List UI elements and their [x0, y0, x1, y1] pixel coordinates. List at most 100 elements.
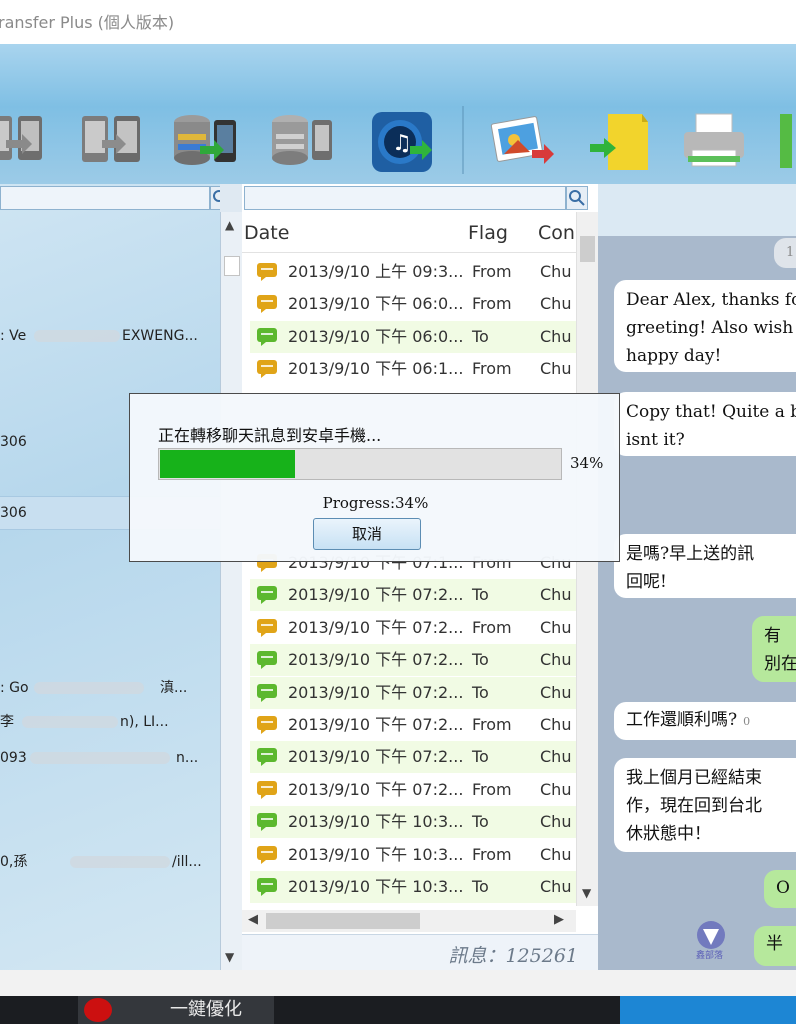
message-list-hscrollbar[interactable]: ◀ ▶ — [242, 910, 576, 932]
message-row[interactable]: 2013/9/10 下午 07:2... To Chu — [250, 676, 576, 709]
message-row[interactable]: 2013/9/10 下午 07:2... To Chu — [250, 579, 576, 612]
message-contact: Chu — [540, 326, 572, 346]
file-export-button[interactable] — [586, 110, 658, 174]
chat-line: Dear Alex, thanks fo — [626, 290, 796, 310]
message-count: 訊息：125261 — [448, 945, 578, 967]
database-to-phone-icon — [174, 115, 236, 165]
database-to-phone-button[interactable] — [266, 110, 338, 174]
message-row[interactable]: 2013/9/10 下午 07:2... To Chu — [250, 741, 576, 774]
message-row[interactable]: 2013/9/10 上午 09:3... From Chu — [250, 256, 576, 288]
column-header-contact[interactable]: Con — [538, 222, 575, 244]
message-bubble-icon — [257, 683, 277, 702]
chat-line: 休狀態中！ — [626, 824, 711, 844]
message-row[interactable]: 2013/9/10 下午 07:2... From Chu — [250, 612, 576, 644]
message-flag: From — [472, 262, 512, 281]
scrollbar-thumb[interactable] — [224, 256, 240, 276]
contact-search-button[interactable] — [210, 186, 220, 210]
contact-row[interactable]: : Ve EXWENG... — [0, 320, 220, 352]
message-flag: To — [472, 877, 489, 896]
message-bubble-icon — [257, 878, 277, 896]
scroll-up-arrow-icon[interactable]: ▲ — [225, 218, 234, 232]
message-date: 2013/9/10 上午 09:3... — [288, 262, 464, 281]
message-bubble-icon — [257, 586, 277, 605]
scrollbar-thumb[interactable] — [580, 236, 595, 262]
progress-fill — [160, 450, 295, 478]
photo-icon — [490, 116, 554, 164]
optimizer-app-icon — [84, 998, 112, 1022]
message-contact: Chu — [540, 715, 572, 734]
message-contact: Chu — [540, 779, 572, 799]
message-row[interactable]: 2013/9/10 下午 10:3... To Chu — [250, 871, 576, 903]
message-row[interactable]: 2013/9/10 下午 07:2... From Chu — [250, 709, 576, 741]
message-flag: To — [472, 747, 489, 767]
message-row[interactable]: 2013/9/10 下午 07:2... From Chu — [250, 774, 576, 806]
message-list-panel: Date Flag Con 2013/9/10 上午 09:3... From Ch… — [242, 184, 598, 970]
redacted-text — [30, 752, 170, 764]
message-row[interactable]: 2013/9/10 下午 06:1... From Chu — [250, 353, 576, 385]
dialog-message: 正在轉移聊天訊息到安卓手機... — [158, 426, 382, 445]
phone-transfer-button[interactable] — [0, 110, 54, 174]
itunes-icon: ♫ — [372, 112, 432, 172]
contact-row[interactable]: : Go 滇... — [0, 672, 220, 704]
database-icon — [272, 115, 332, 165]
phone-to-phone-icon — [82, 116, 140, 162]
contact-detail: 滇... — [160, 680, 188, 696]
contact-name: 0,孫 — [0, 854, 28, 870]
message-contact: Chu — [540, 650, 572, 670]
message-flag: From — [472, 294, 512, 314]
scroll-left-arrow-icon[interactable]: ◀ — [248, 912, 258, 927]
message-search-button[interactable] — [566, 186, 588, 210]
message-row[interactable]: 2013/9/10 下午 10:3... From Chu — [250, 839, 576, 871]
message-date: 2013/9/10 下午 10:3... — [288, 844, 464, 864]
message-contact: Chu — [540, 617, 572, 637]
redacted-text — [22, 716, 118, 728]
contact-row[interactable]: 0,孫 /ill... — [0, 846, 220, 878]
chat-line: 是嗎?早上送的訊 — [626, 544, 755, 564]
phone-to-phone-button[interactable] — [76, 110, 148, 174]
toolbar: ♫ — [0, 44, 796, 184]
message-row[interactable]: 2013/9/10 下午 06:0... From Chu — [250, 288, 576, 320]
toolbar-separator — [462, 106, 464, 174]
print-button[interactable] — [678, 110, 750, 174]
chat-bubble-outgoing: 有 別在 — [752, 616, 796, 682]
cancel-button[interactable]: 取消 — [313, 518, 421, 550]
green-arrow-icon — [780, 114, 792, 168]
chat-line: 工作還順利嗎? — [626, 710, 738, 730]
contact-row[interactable]: 093 n... — [0, 742, 220, 774]
backup-to-phone-button[interactable] — [170, 110, 242, 174]
message-flag: From — [472, 844, 512, 864]
contact-search-input[interactable] — [0, 186, 210, 210]
more-toolbar-button[interactable] — [772, 110, 796, 174]
message-search-input[interactable] — [244, 186, 566, 210]
scrollbar-thumb[interactable] — [266, 913, 420, 929]
itunes-transfer-button[interactable]: ♫ — [366, 110, 438, 174]
chat-line: 我上個月已經結束 — [626, 768, 762, 788]
message-date: 2013/9/10 下午 06:1... — [288, 359, 464, 379]
scroll-right-arrow-icon[interactable]: ▶ — [554, 912, 564, 927]
message-contact: Chu — [540, 294, 572, 314]
message-date: 2013/9/10 下午 07:2... — [288, 747, 464, 767]
contact-list-scrollbar[interactable]: ▲ ▼ — [220, 212, 243, 970]
message-date: 2013/9/10 下午 07:2... — [288, 585, 464, 605]
column-header-flag[interactable]: Flag — [468, 222, 508, 244]
scroll-down-arrow-icon[interactable]: ▼ — [225, 950, 234, 964]
taskbar-active-area[interactable] — [620, 996, 796, 1024]
message-row[interactable]: 2013/9/10 下午 10:3... To Chu — [250, 806, 576, 839]
contact-row[interactable]: 李 n), LI... — [0, 706, 220, 738]
photo-export-button[interactable] — [486, 110, 558, 174]
message-date: 2013/9/10 下午 07:2... — [288, 617, 464, 637]
message-flag: From — [472, 617, 512, 637]
message-date: 2013/9/10 下午 07:2... — [288, 650, 464, 670]
message-date: 2013/9/10 下午 07:2... — [288, 715, 464, 734]
message-date: 2013/9/10 下午 10:3... — [288, 812, 464, 832]
scroll-down-arrow-icon[interactable]: ▼ — [582, 886, 591, 900]
title-bar: ransfer Plus (個人版本) — [0, 0, 796, 45]
message-flag: To — [472, 682, 489, 702]
window-title: ransfer Plus (個人版本) — [0, 13, 175, 32]
document-icon — [590, 114, 648, 170]
column-header-date[interactable]: Date — [244, 222, 289, 244]
message-row[interactable]: 2013/9/10 下午 07:2... To Chu — [250, 644, 576, 677]
message-row[interactable]: 2013/9/10 下午 06:0... To Chu — [250, 320, 576, 353]
message-bubble-icon — [257, 813, 277, 832]
watermark-logo: 鑫部落 — [694, 920, 728, 961]
